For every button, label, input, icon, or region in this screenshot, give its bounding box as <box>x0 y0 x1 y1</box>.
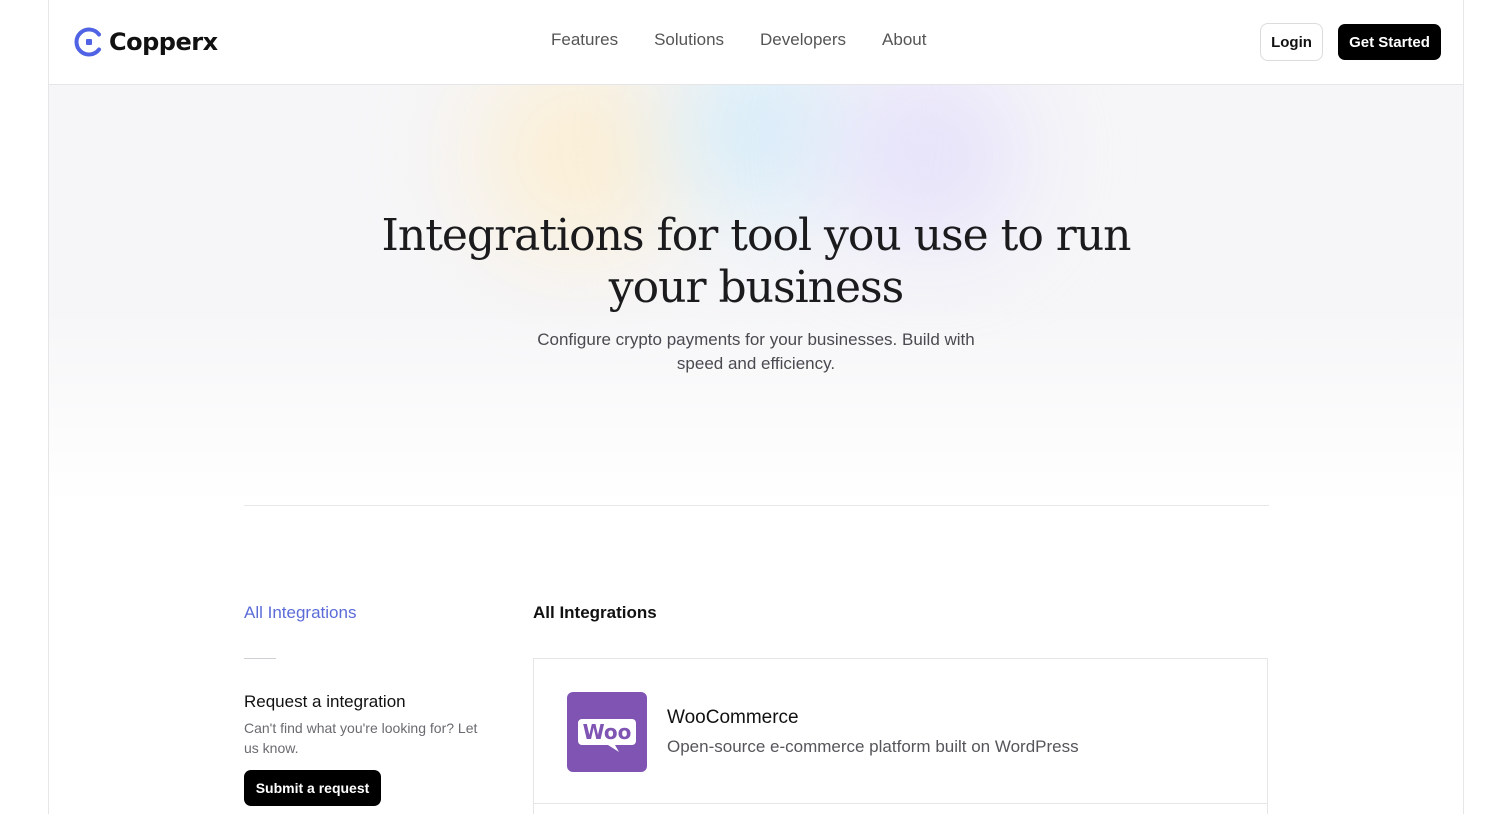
request-integration-title: Request a integration <box>244 692 406 711</box>
nav-features[interactable]: Features <box>551 30 618 50</box>
integrations-heading: All Integrations <box>533 603 657 622</box>
submit-request-button[interactable]: Submit a request <box>244 770 381 806</box>
brand-logo[interactable]: Copperx <box>73 26 218 58</box>
login-button[interactable]: Login <box>1260 23 1323 61</box>
brand-name: Copperx <box>109 28 218 56</box>
main-nav: Features Solutions Developers About <box>551 30 962 50</box>
site-header: Copperx Features Solutions Developers Ab… <box>49 0 1463 85</box>
integration-name: WooCommerce <box>667 707 799 728</box>
get-started-button[interactable]: Get Started <box>1338 24 1441 60</box>
copperx-logo-icon <box>74 27 101 57</box>
integration-card-woocommerce[interactable]: Woo WooCommerce Open-source e-commerce p… <box>533 658 1268 804</box>
integration-card-next[interactable] <box>533 803 1268 814</box>
woo-logo-text: Woo <box>583 720 632 744</box>
page-title-line-1: Integrations for tool you use to run <box>381 210 1131 261</box>
nav-solutions[interactable]: Solutions <box>654 30 724 50</box>
page-title: Integrations for tool you use to run you… <box>49 210 1463 314</box>
sidebar-all-integrations-link[interactable]: All Integrations <box>244 603 356 623</box>
section-divider <box>244 505 1269 506</box>
integration-description: Open-source e-commerce platform built on… <box>667 737 1079 756</box>
page-subtitle: Configure crypto payments for your busin… <box>537 330 975 373</box>
woocommerce-icon: Woo <box>567 692 647 772</box>
woocommerce-logo-icon: Woo <box>578 719 636 752</box>
page-title-line-2: your business <box>608 262 904 313</box>
request-integration-text: Can't find what you're looking for? Let … <box>244 720 478 756</box>
hero-section: Integrations for tool you use to run you… <box>49 85 1463 505</box>
nav-about[interactable]: About <box>882 30 926 50</box>
nav-developers[interactable]: Developers <box>760 30 846 50</box>
page-frame: Copperx Features Solutions Developers Ab… <box>48 0 1464 814</box>
sidebar-divider <box>244 658 276 659</box>
